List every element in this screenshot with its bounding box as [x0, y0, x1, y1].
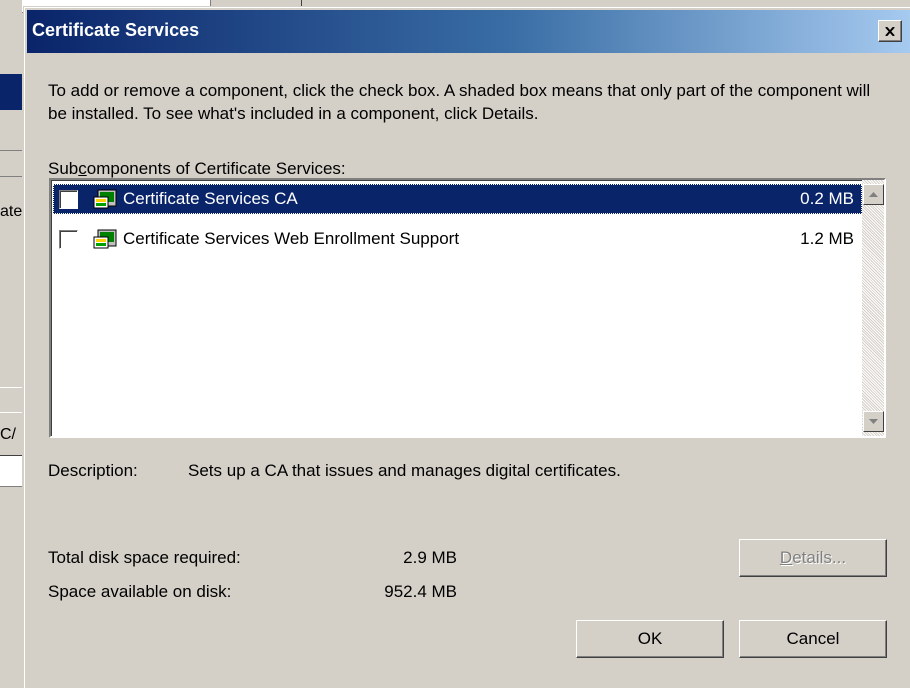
- arrow-up-icon: [869, 192, 878, 197]
- certificate-services-dialog: Certificate Services To add or remove a …: [24, 7, 910, 688]
- instructions-text: To add or remove a component, click the …: [48, 81, 871, 123]
- close-button[interactable]: [878, 20, 902, 42]
- title-bar[interactable]: Certificate Services: [27, 10, 910, 53]
- component-icon: [93, 189, 117, 209]
- available-space-value: 952.4 MB: [384, 582, 457, 601]
- component-label: Certificate Services CA: [123, 189, 298, 208]
- background-text: ate: [0, 203, 23, 220]
- vertical-scrollbar[interactable]: [862, 180, 884, 436]
- ok-button[interactable]: OK: [576, 620, 724, 658]
- subcomponents-label: Subcomponents of Certificate Services:: [48, 159, 346, 179]
- background-button-text: C/: [0, 426, 16, 443]
- close-icon: [885, 26, 895, 36]
- component-size: 1.2 MB: [800, 229, 854, 248]
- component-icon: [93, 229, 117, 249]
- list-item-web-enrollment-support[interactable]: Certificate Services Web Enrollment Supp…: [53, 224, 862, 254]
- list-item-certificate-services-ca[interactable]: Certificate Services CA 0.2 MB: [53, 184, 862, 214]
- details-label: etails...: [792, 548, 847, 567]
- arrow-down-icon: [869, 419, 878, 424]
- component-label: Certificate Services Web Enrollment Supp…: [123, 229, 460, 248]
- subcomponents-label-start: Sub: [48, 159, 79, 178]
- cancel-button[interactable]: Cancel: [739, 620, 887, 658]
- subcomponents-list[interactable]: Certificate Services CA 0.2 MB Certifica…: [49, 178, 886, 438]
- dialog-title: Certificate Services: [32, 20, 200, 40]
- details-accel: D: [779, 548, 793, 567]
- subcomponents-label-accel: c: [78, 159, 87, 178]
- checkbox-certificate-services-ca[interactable]: [59, 189, 78, 209]
- background-field: [0, 456, 22, 487]
- background-window-selection: [0, 74, 22, 110]
- background-divider: [0, 150, 22, 151]
- available-space-label: Space available on disk:: [48, 582, 232, 601]
- description-label: Description:: [48, 461, 138, 480]
- details-button[interactable]: Details...: [739, 539, 887, 577]
- component-size: 0.2 MB: [800, 189, 854, 208]
- total-space-value: 2.9 MB: [403, 548, 457, 567]
- total-space-label: Total disk space required:: [48, 548, 241, 567]
- subcomponents-label-end: omponents of Certificate Services:: [86, 159, 346, 178]
- scroll-up-button[interactable]: [863, 184, 884, 205]
- scroll-down-button[interactable]: [863, 411, 884, 432]
- description-text: Sets up a CA that issues and manages dig…: [188, 461, 621, 480]
- checkbox-web-enrollment-support[interactable]: [59, 229, 78, 249]
